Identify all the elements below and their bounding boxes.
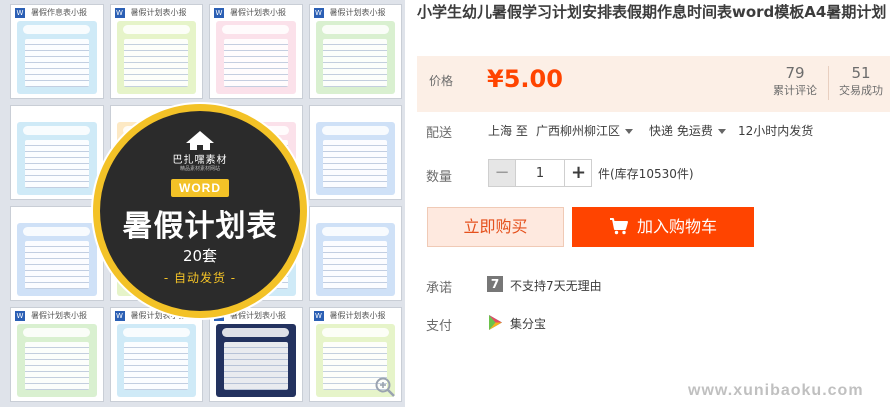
- template-thumb: W暑假计划表小报: [10, 307, 104, 402]
- template-thumb: W 暑假作息表小报: [10, 4, 104, 99]
- no-return-icon: 7: [487, 276, 503, 292]
- ship-to-text: 广西柳州柳江区: [536, 124, 621, 138]
- add-to-cart-button[interactable]: 加入购物车: [572, 207, 754, 247]
- chevron-down-icon: [625, 129, 634, 134]
- template-thumb: [308, 206, 402, 301]
- set-count: 20套: [182, 247, 218, 265]
- auto-ship-label: - 自动发货 -: [163, 271, 237, 285]
- sales-count: 51: [851, 64, 871, 82]
- reviews-label: 累计评论: [773, 84, 817, 97]
- site-watermark: www.xunibaoku.com: [688, 382, 864, 399]
- template-thumb: [308, 105, 402, 200]
- stock-info: 件(库存10530件): [598, 167, 694, 181]
- template-thumb: W暑假计划表小报: [109, 307, 203, 402]
- template-thumb: W暑假计划表小报: [209, 4, 303, 99]
- price-label: 价格: [429, 74, 454, 88]
- quantity-label: 数量: [426, 170, 453, 185]
- ship-time: 12小时内发货: [738, 124, 814, 138]
- increase-button[interactable]: +: [566, 160, 591, 186]
- shipping-label: 配送: [426, 126, 453, 141]
- ship-method-text: 快递 免运费: [649, 124, 713, 138]
- brand-subtitle: 精品素材素材网站: [179, 166, 220, 172]
- payment-label: 支付: [426, 319, 453, 334]
- image-main-title: 暑假计划表: [122, 209, 278, 244]
- product-badge: 巴扎嘿素材 精品素材素材网站 WORD 暑假计划表 20套 - 自动发货 -: [93, 104, 307, 318]
- reviews-count: 79: [785, 64, 805, 82]
- product-main-image[interactable]: W 暑假作息表小报 W 暑假计划表小报 W 暑假计划表小报 W 暑假计划表小报 W 暑假计…: [0, 0, 405, 407]
- sales-label: 交易成功: [839, 84, 883, 97]
- quantity-stepper: − +: [488, 159, 592, 187]
- ship-from: 上海 至: [488, 124, 528, 138]
- reviews-stat[interactable]: 79 累计评论: [765, 63, 825, 99]
- brand-name: 巴扎嘿素材: [172, 155, 228, 166]
- zoom-in-icon[interactable]: [374, 376, 396, 398]
- jifenbao-icon: [489, 315, 502, 330]
- template-thumb: W暑假计划表小报: [308, 4, 402, 99]
- template-thumb: [10, 206, 104, 301]
- stat-divider: [828, 66, 829, 100]
- add-to-cart-label: 加入购物车: [636, 217, 717, 236]
- product-title: 小学生幼儿暑假学习计划安排表假期作息时间表word模板A4暑期计划: [417, 3, 887, 21]
- cart-icon: [609, 218, 628, 235]
- price-panel: 价格 ¥5.00 79 累计评论 51 交易成功: [417, 56, 890, 112]
- price-value: ¥5.00: [487, 65, 563, 93]
- shop-logo-icon: [186, 131, 214, 150]
- format-badge: WORD: [171, 179, 229, 197]
- template-thumb: W暑假计划表小报: [109, 4, 203, 99]
- template-thumb: W暑假计划表小报: [209, 307, 303, 402]
- template-thumb: [10, 105, 104, 200]
- ship-to-select[interactable]: 广西柳州柳江区: [536, 122, 634, 139]
- payment-method: 集分宝: [510, 317, 547, 331]
- promise-label: 承诺: [426, 281, 453, 296]
- promise-text[interactable]: 不支持7天无理由: [510, 277, 602, 294]
- ship-method-select[interactable]: 快递 免运费: [649, 122, 726, 139]
- sales-stat: 51 交易成功: [831, 63, 890, 99]
- quantity-input[interactable]: [515, 160, 565, 186]
- buy-now-button[interactable]: 立即购买: [427, 207, 564, 247]
- chevron-down-icon: [717, 129, 726, 134]
- decrease-button[interactable]: −: [489, 160, 515, 186]
